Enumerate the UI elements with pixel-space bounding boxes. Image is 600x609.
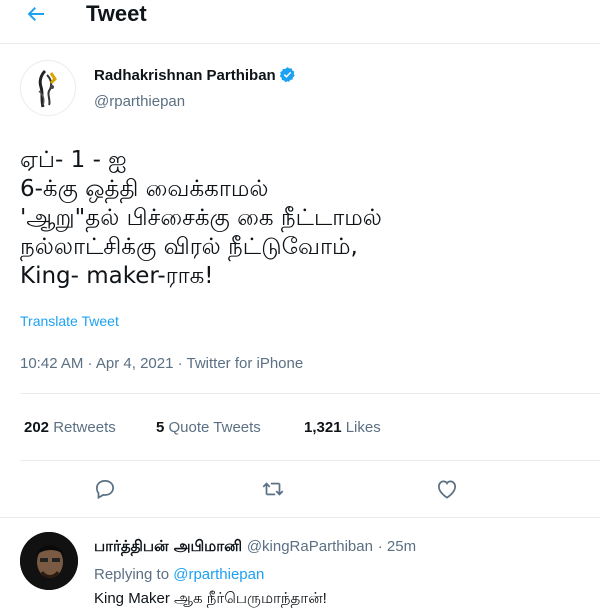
quotes-count: 5	[156, 419, 165, 436]
replying-to-handle-link[interactable]: @rparthiepan	[173, 566, 264, 583]
author-name-text[interactable]: Radhakrishnan Parthiban	[94, 67, 276, 84]
tweet-line: நல்லாட்சிக்கு விரல் நீட்டுவோம்,	[20, 234, 358, 260]
retweets-label: Retweets	[53, 419, 116, 436]
back-arrow-icon[interactable]	[24, 2, 48, 31]
tweet-line: 6-க்கு ஒத்தி வைக்காமல்	[20, 176, 269, 202]
likes-count: 1,321	[304, 419, 342, 436]
verified-badge-icon	[279, 66, 296, 83]
author-avatar[interactable]	[20, 60, 76, 116]
author-name[interactable]: Radhakrishnan Parthiban	[94, 66, 296, 85]
author-handle[interactable]: @rparthiepan	[94, 93, 185, 111]
reply-author-name[interactable]: பார்த்திபன் அபிமானி	[94, 537, 242, 555]
tweet-line: ஏப்- 1 - ஐ	[20, 147, 127, 173]
retweet-icon[interactable]	[260, 476, 286, 502]
like-icon[interactable]	[434, 476, 460, 502]
quotes-label: Quote Tweets	[168, 419, 261, 436]
tweet-text: ஏப்- 1 - ஐ 6-க்கு ஒத்தி வைக்காமல் 'ஆறு"த…	[20, 146, 580, 291]
reply-time[interactable]: · 25m	[378, 538, 416, 555]
tweet-line: 'ஆறு"தல் பிச்சைக்கு கை நீட்டாமல்	[20, 205, 382, 231]
page-title: Tweet	[86, 1, 147, 26]
tweet-line: King- maker-ராக!	[20, 263, 214, 289]
replying-to: Replying to @rparthiepan	[94, 566, 264, 583]
likes-stat[interactable]: 1,321 Likes	[304, 419, 381, 436]
tweet-meta: 10:42 AM · Apr 4, 2021 · Twitter for iPh…	[20, 355, 304, 372]
top-bar: Tweet	[0, 0, 600, 44]
likes-label: Likes	[345, 419, 381, 436]
divider	[0, 517, 600, 518]
reply-author-handle[interactable]: @kingRaParthiban	[247, 538, 373, 555]
quote-tweets-stat[interactable]: 5 Quote Tweets	[156, 419, 261, 436]
replying-to-label: Replying to	[94, 566, 170, 583]
reply-author-avatar[interactable]	[20, 532, 78, 590]
reply-icon[interactable]	[92, 476, 118, 502]
divider	[20, 460, 600, 461]
reply-author[interactable]: பார்த்திபன் அபிமானி @kingRaParthiban · 2…	[94, 537, 416, 557]
retweets-count: 202	[24, 419, 50, 436]
retweets-stat[interactable]: 202 Retweets	[24, 419, 116, 436]
divider	[20, 393, 600, 394]
translate-tweet-link[interactable]: Translate Tweet	[20, 313, 119, 329]
